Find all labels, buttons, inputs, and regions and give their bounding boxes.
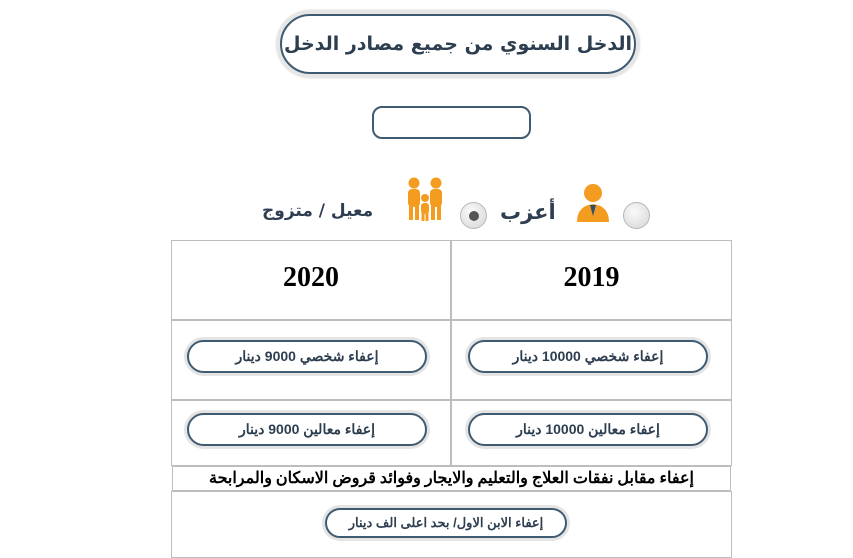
personal-exemption-2020-button[interactable]: إعفاء شخصي 9000 دينار <box>187 340 427 373</box>
radio-selected-dot <box>469 211 479 221</box>
dependents-exemption-2020-button[interactable]: إعفاء معالين 9000 دينار <box>187 413 427 446</box>
dependents-exemption-2019-button[interactable]: إعفاء معالين 10000 دينار <box>468 413 708 446</box>
page-title: الدخل السنوي من جميع مصادر الدخل <box>280 14 636 74</box>
married-radio[interactable] <box>460 202 487 229</box>
personal-exemption-2019-button[interactable]: إعفاء شخصي 10000 دينار <box>468 340 708 373</box>
annual-income-input[interactable] <box>372 106 531 139</box>
year-2020-heading: 2020 <box>283 262 339 293</box>
year-2019-heading: 2019 <box>563 262 620 293</box>
married-label: معيل / متزوج <box>262 201 374 221</box>
person-icon <box>577 184 609 222</box>
page-title-text: الدخل السنوي من جميع مصادر الدخل <box>283 33 633 55</box>
single-radio[interactable] <box>623 202 650 229</box>
first-child-exemption-button[interactable]: إعفاء الابن الاول/ بحد اعلى الف دينار <box>325 508 567 538</box>
family-icon <box>408 177 442 221</box>
single-label: أعزب <box>500 200 556 224</box>
deductions-banner: إعفاء مقابل نفقات العلاج والتعليم والايج… <box>172 466 731 491</box>
